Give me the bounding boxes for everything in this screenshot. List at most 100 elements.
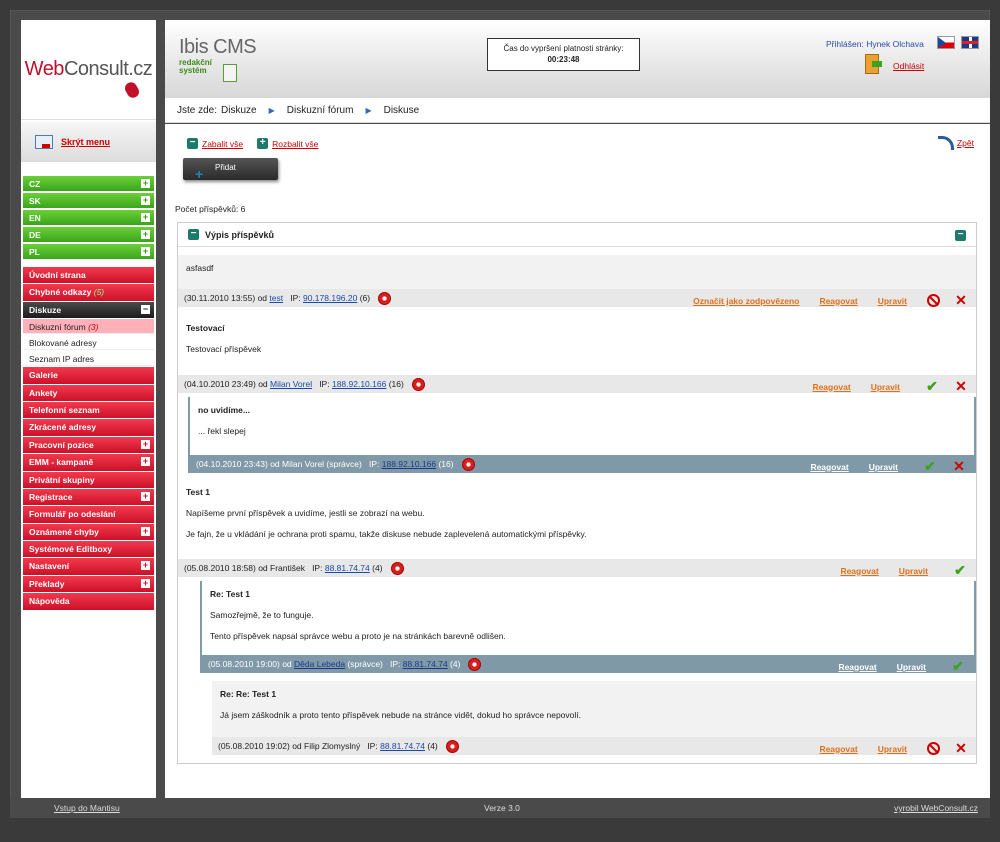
lang-item-en[interactable]: EN +	[23, 210, 154, 225]
hide-menu-link[interactable]: Skrýt menu	[61, 137, 110, 147]
menu-item-short-urls[interactable]: Zkrácené adresy	[23, 419, 154, 436]
logo-text-consult: Consult.cz	[63, 58, 153, 80]
ban-icon[interactable]	[927, 294, 940, 307]
post-ip[interactable]: 188.92.10.166	[382, 459, 436, 469]
english-flag-icon[interactable]	[961, 36, 979, 49]
menu-item-phonebook[interactable]: Telefonní seznam	[23, 401, 154, 419]
post-footer: (05.08.2010 19:00) od Děda Lebeda (správ…	[202, 655, 974, 675]
block-ip-icon[interactable]	[390, 561, 404, 575]
mark-answered-link[interactable]: Označit jako zodpovězeno	[693, 296, 799, 306]
post-ip[interactable]: 88.81.74.74	[403, 659, 448, 669]
menu-item-private-groups[interactable]: Privátní skupiny	[23, 471, 154, 488]
menu-item-registration[interactable]: Registrace +	[23, 488, 154, 506]
plus-icon[interactable]: +	[141, 526, 150, 536]
czech-flag-icon[interactable]	[937, 36, 955, 49]
lang-item-de[interactable]: DE +	[23, 227, 154, 242]
block-ip-icon[interactable]	[461, 457, 475, 471]
edit-link[interactable]: Upravit	[869, 462, 898, 472]
edit-link[interactable]: Upravit	[878, 296, 907, 306]
approve-check-icon[interactable]: ✔	[922, 458, 938, 475]
plus-icon[interactable]: +	[141, 578, 150, 588]
menu-item-home[interactable]: Úvodní strana	[23, 267, 154, 284]
ban-icon[interactable]	[927, 742, 940, 755]
plus-icon[interactable]: +	[141, 491, 150, 501]
edit-link[interactable]: Upravit	[871, 382, 900, 392]
logout-link[interactable]: Odhlásit	[893, 61, 924, 71]
plus-icon[interactable]: +	[141, 196, 150, 205]
delete-icon[interactable]: ✕	[952, 458, 966, 475]
lang-item-cz[interactable]: CZ +	[23, 176, 154, 191]
plus-icon[interactable]: +	[141, 247, 150, 256]
post-ip[interactable]: 188.92.10.166	[332, 379, 386, 389]
menu-item-translations[interactable]: Překlady +	[23, 575, 154, 593]
minus-icon[interactable]: −	[141, 304, 150, 314]
block-ip-icon[interactable]	[378, 291, 392, 305]
edit-link[interactable]: Upravit	[878, 744, 907, 754]
reply-link[interactable]: Reagovat	[838, 662, 876, 672]
menu-item-settings[interactable]: Nastavení +	[23, 558, 154, 575]
made-by-link[interactable]: vyrobil WebConsult.cz	[894, 803, 978, 813]
collapse-icon[interactable]: −	[188, 229, 199, 240]
plus-icon[interactable]: +	[141, 457, 150, 467]
reply-link[interactable]: Reagovat	[819, 744, 857, 754]
submenu-item-forum[interactable]: Diskuzní fórum (3)	[23, 319, 154, 335]
menu-item-polls[interactable]: Ankety	[23, 384, 154, 401]
menu-label: Galerie	[29, 370, 58, 381]
menu-item-gallery[interactable]: Galerie	[23, 367, 154, 384]
lang-item-sk[interactable]: SK +	[23, 193, 154, 208]
post-author[interactable]: Milan Vorel	[270, 379, 312, 389]
collapse-all-link[interactable]: Zabalit vše	[202, 139, 243, 149]
logout-icon[interactable]	[865, 54, 882, 74]
breadcrumb-item[interactable]: Diskuzní fórum	[287, 105, 354, 116]
back-link[interactable]: Zpět	[957, 138, 974, 148]
menu-item-system-editboxes[interactable]: Systémové Editboxy	[23, 541, 154, 558]
post-ip[interactable]: 88.81.74.74	[380, 741, 425, 751]
post-text: Tento příspěvek napsal správce webu a pr…	[210, 631, 506, 642]
approve-check-icon[interactable]: ✔	[952, 562, 968, 579]
block-ip-icon[interactable]	[468, 657, 482, 671]
add-button[interactable]: + Přidat	[183, 158, 278, 182]
reply-link[interactable]: Reagovat	[812, 382, 850, 392]
expand-icon[interactable]: +	[257, 138, 269, 149]
menu-item-broken-links[interactable]: Chybné odkazy (5)	[23, 284, 154, 301]
webconsult-logo[interactable]: WebConsult.cz	[21, 20, 156, 120]
submenu-item-ip-list[interactable]: Seznam IP adres	[23, 351, 154, 367]
edit-link[interactable]: Upravit	[899, 566, 928, 576]
expand-all-link[interactable]: Rozbalit vše	[272, 139, 318, 149]
mantis-link[interactable]: Vstup do Mantisu	[54, 803, 120, 813]
plus-icon[interactable]: +	[141, 179, 150, 188]
plus-icon[interactable]: +	[141, 230, 150, 239]
post-author[interactable]: test	[269, 293, 283, 303]
post-author[interactable]: Děda Lebeda	[294, 659, 345, 669]
plus-icon[interactable]: +	[141, 439, 150, 449]
menu-item-form-after-submit[interactable]: Formulář po odeslání	[23, 506, 154, 523]
plus-icon[interactable]: +	[141, 561, 150, 571]
reply-link[interactable]: Reagovat	[840, 566, 878, 576]
reply-link[interactable]: Reagovat	[819, 296, 857, 306]
menu-item-jobs[interactable]: Pracovní pozice +	[23, 436, 154, 454]
lang-item-pl[interactable]: PL +	[23, 244, 154, 259]
collapse-icon[interactable]: −	[187, 138, 198, 149]
breadcrumb-item[interactable]: Diskuze	[221, 105, 257, 116]
menu-item-reported-errors[interactable]: Oznámené chyby +	[23, 523, 154, 541]
menu-item-help[interactable]: Nápověda	[23, 593, 154, 610]
delete-icon[interactable]: ✕	[954, 378, 968, 395]
back-control[interactable]: Zpět	[937, 136, 974, 150]
post-ip[interactable]: 90.178.196.20	[303, 293, 357, 303]
submenu-item-blocked[interactable]: Blokované adresy	[23, 335, 154, 351]
menu-item-emm[interactable]: EMM - kampaně +	[23, 454, 154, 471]
block-ip-icon[interactable]	[445, 739, 459, 753]
approve-check-icon[interactable]: ✔	[924, 378, 940, 395]
plus-icon[interactable]: +	[141, 213, 150, 222]
delete-icon[interactable]: ✕	[954, 740, 968, 757]
edit-link[interactable]: Upravit	[897, 662, 926, 672]
back-arrow-icon[interactable]	[937, 136, 954, 150]
approve-check-icon[interactable]: ✔	[950, 658, 966, 675]
delete-icon[interactable]: ✕	[954, 292, 968, 309]
menu-item-discussion[interactable]: Diskuze −	[23, 301, 154, 319]
block-ip-icon[interactable]	[411, 377, 425, 391]
reply-link[interactable]: Reagovat	[810, 462, 848, 472]
add-label: Přidat	[215, 163, 236, 172]
post-ip[interactable]: 88.81.74.74	[325, 563, 370, 573]
collapse-icon[interactable]: −	[955, 230, 966, 241]
